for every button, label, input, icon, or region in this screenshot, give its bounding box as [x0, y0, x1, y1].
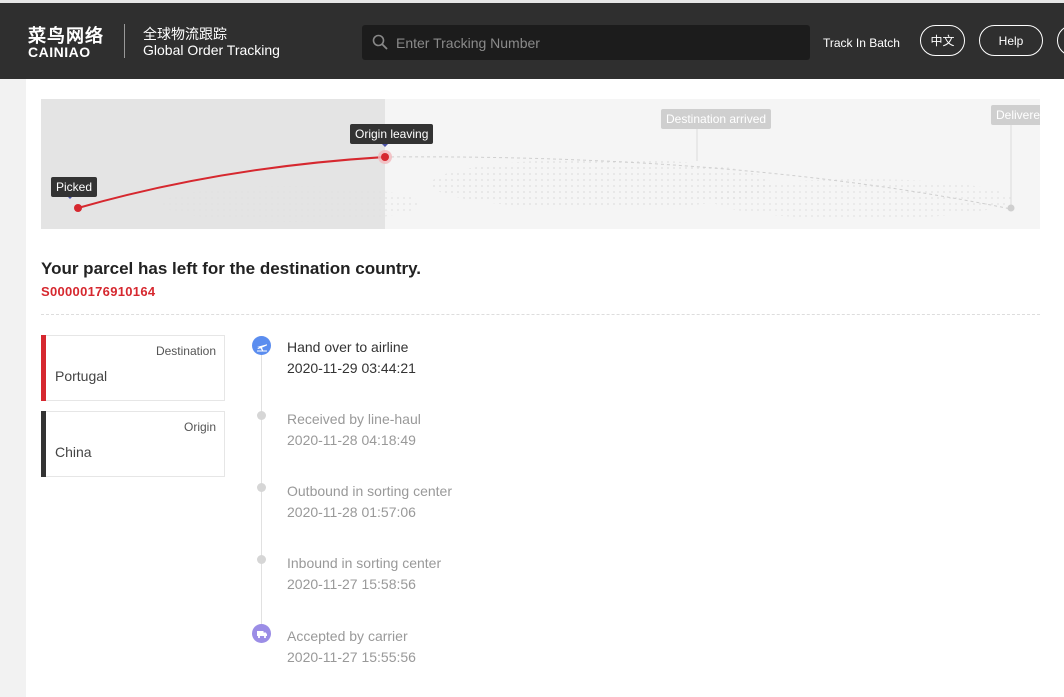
timeline-dot	[257, 555, 266, 564]
timeline-dot	[257, 411, 266, 420]
event-time: 2020-11-27 15:58:56	[287, 576, 416, 592]
left-strip	[0, 79, 26, 697]
origin-marker	[41, 411, 46, 477]
search-icon	[372, 34, 388, 50]
stage-tag-delivered: Delivere	[991, 105, 1040, 125]
language-button[interactable]: 中文	[920, 25, 965, 56]
subtitle-english: Global Order Tracking	[143, 42, 280, 58]
origin-leaving-point	[381, 153, 389, 161]
destination-country: Portugal	[55, 368, 108, 384]
origin-country: China	[55, 444, 92, 460]
origin-label: Origin	[183, 420, 216, 434]
tracking-number-input[interactable]	[396, 25, 796, 60]
origin-card: Origin China	[41, 411, 225, 477]
delivered-point	[1007, 204, 1015, 212]
stage-tag-picked: Picked	[51, 177, 98, 197]
search-box[interactable]	[362, 25, 810, 60]
logo-divider	[124, 24, 125, 58]
top-bar: 菜鸟网络 CAINIAO 全球物流跟踪 Global Order Trackin…	[0, 0, 1064, 79]
tracking-number[interactable]: S00000176910164	[41, 284, 155, 299]
stage-tag-destination-arrived: Destination arrived	[661, 109, 772, 129]
route-map: Picked Origin leaving Destination arrive…	[41, 99, 1040, 229]
event-title: Hand over to airline	[287, 339, 409, 355]
timeline-dot	[257, 483, 266, 492]
help-button[interactable]: Help	[979, 25, 1043, 56]
destination-marker	[41, 335, 46, 401]
event-title: Accepted by carrier	[287, 628, 408, 644]
subtitle-chinese: 全球物流跟踪	[143, 27, 227, 43]
event-time: 2020-11-27 15:55:56	[287, 649, 416, 665]
destination-card: Destination Portugal	[41, 335, 225, 401]
stage-tag-origin-leaving: Origin leaving	[350, 124, 434, 144]
section-divider	[41, 314, 1040, 315]
top-strip	[0, 0, 1064, 3]
more-button[interactable]	[1057, 25, 1064, 56]
event-title: Received by line-haul	[287, 411, 421, 427]
event-title: Inbound in sorting center	[287, 555, 442, 571]
map-texture-far	[711, 179, 1011, 219]
truck-icon	[252, 624, 271, 643]
parcel-status-message: Your parcel has left for the destination…	[41, 259, 422, 278]
event-time: 2020-11-28 04:18:49	[287, 432, 416, 448]
event-title: Outbound in sorting center	[287, 483, 452, 499]
route-map-svg	[66, 125, 1015, 222]
event-time: 2020-11-28 01:57:06	[287, 504, 416, 520]
destination-label: Destination	[155, 344, 216, 358]
map-texture-left	[161, 186, 421, 222]
track-in-batch-link[interactable]: Track In Batch	[823, 36, 900, 50]
logo-english[interactable]: CAINIAO	[28, 44, 91, 60]
airplane-icon	[252, 336, 271, 355]
event-time: 2020-11-29 03:44:21	[287, 360, 416, 376]
picked-point	[74, 204, 82, 212]
